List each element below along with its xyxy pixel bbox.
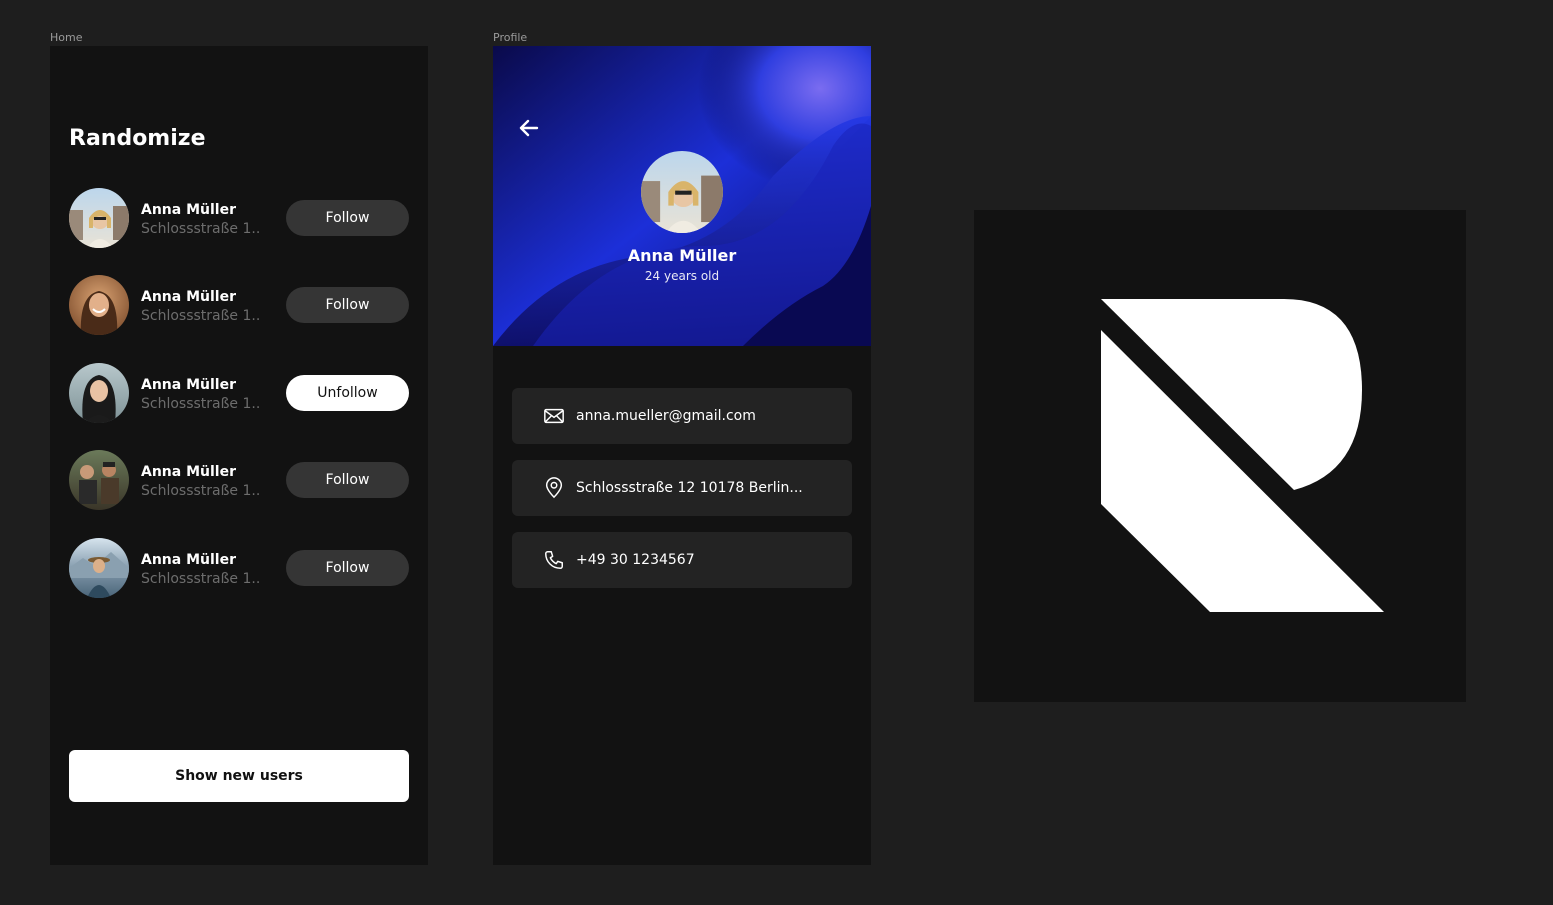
home-frame-label: Home: [50, 31, 83, 44]
user-address: Schlossstraße 1...: [141, 483, 261, 499]
profile-age: 24 years old: [644, 269, 720, 283]
user-address: Schlossstraße 1...: [141, 396, 261, 412]
arrow-left-icon[interactable]: [517, 116, 541, 140]
avatar[interactable]: [69, 538, 129, 598]
user-list-item: Anna Müller Schlossstraße 1... Follow: [69, 450, 409, 510]
avatar[interactable]: [69, 363, 129, 423]
user-address: Schlossstraße 1...: [141, 571, 261, 587]
follow-button[interactable]: Follow: [286, 462, 409, 498]
avatar[interactable]: [69, 450, 129, 510]
user-name: Anna Müller: [141, 464, 236, 480]
email-text: anna.mueller@gmail.com: [576, 408, 756, 424]
user-name: Anna Müller: [141, 552, 236, 568]
follow-button[interactable]: Follow: [286, 200, 409, 236]
logo-frame: [974, 210, 1466, 702]
avatar[interactable]: [69, 275, 129, 335]
profile-frame-label: Profile: [493, 31, 528, 44]
phone-card[interactable]: +49 30 1234567: [512, 532, 852, 588]
phone-text: +49 30 1234567: [576, 552, 695, 568]
map-pin-icon: [542, 476, 566, 500]
user-address: Schlossstraße 1...: [141, 221, 261, 237]
design-canvas: Home Profile Randomize Anna Müller Schlo…: [0, 0, 1553, 905]
user-list-item: Anna Müller Schlossstraße 1... Follow: [69, 538, 409, 598]
user-list-item: Anna Müller Schlossstraße 1... Unfollow: [69, 363, 409, 423]
address-text: Schlossstraße 12 10178 Berlin...: [576, 480, 803, 496]
address-card[interactable]: Schlossstraße 12 10178 Berlin...: [512, 460, 852, 516]
profile-name: Anna Müller: [627, 246, 737, 265]
phone-icon: [542, 548, 566, 572]
unfollow-button[interactable]: Unfollow: [286, 375, 409, 411]
user-name: Anna Müller: [141, 289, 236, 305]
profile-header: Anna Müller 24 years old: [493, 46, 871, 346]
user-address: Schlossstraße 1...: [141, 308, 261, 324]
profile-screen: Anna Müller 24 years old anna.mueller@gm…: [493, 46, 871, 865]
avatar[interactable]: [69, 188, 129, 248]
show-new-users-button[interactable]: Show new users: [69, 750, 409, 802]
user-list-item: Anna Müller Schlossstraße 1... Follow: [69, 275, 409, 335]
follow-button[interactable]: Follow: [286, 550, 409, 586]
mail-icon: [542, 404, 566, 428]
home-screen: Randomize Anna Müller Schlossstraße 1...…: [50, 46, 428, 865]
randomize-logo-icon: [1101, 299, 1384, 612]
user-name: Anna Müller: [141, 202, 236, 218]
user-name: Anna Müller: [141, 377, 236, 393]
profile-avatar: [641, 151, 723, 233]
email-card[interactable]: anna.mueller@gmail.com: [512, 388, 852, 444]
user-list-item: Anna Müller Schlossstraße 1... Follow: [69, 188, 409, 248]
page-title: Randomize: [69, 126, 206, 151]
follow-button[interactable]: Follow: [286, 287, 409, 323]
